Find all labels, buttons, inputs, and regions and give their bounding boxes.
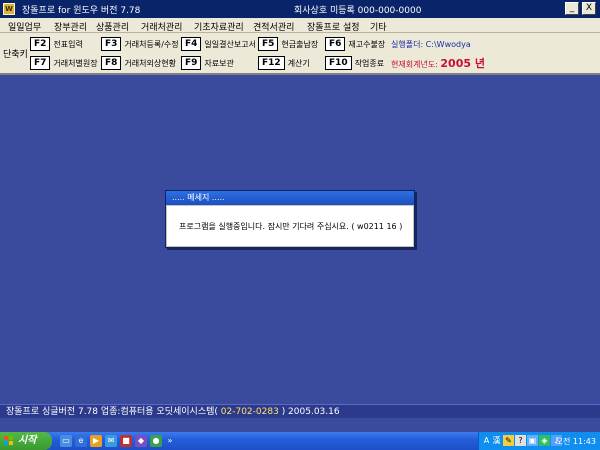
menu-products[interactable]: 상품관리 bbox=[96, 20, 129, 33]
fkey-label: 현금출납장 bbox=[281, 39, 319, 49]
close-button[interactable]: X bbox=[582, 2, 596, 15]
media-player-icon[interactable]: ▶ bbox=[90, 435, 102, 447]
f7-client-ledger-button[interactable]: F7 거래처별원장 bbox=[30, 55, 98, 71]
menu-base-data[interactable]: 기초자료관리 bbox=[194, 20, 244, 33]
menu-settings[interactable]: 장돌프로 설정 bbox=[307, 20, 360, 33]
program-shortcut-icon[interactable]: ● bbox=[150, 435, 162, 447]
status-bar: 장돌프로 싱글버전 7.78 업종:컴퓨터용 오딧세이시스템( 02-702-0… bbox=[0, 404, 600, 418]
windows-logo-icon bbox=[4, 436, 14, 446]
fkey-label: 자료보관 bbox=[204, 58, 234, 68]
f9-backup-button[interactable]: F9 자료보관 bbox=[181, 55, 234, 71]
menu-etc[interactable]: 기타 bbox=[370, 20, 387, 33]
fiscal-year-value: 2005 년 bbox=[440, 57, 485, 70]
app-icon[interactable]: W bbox=[3, 3, 15, 15]
folder-shortcut-icon[interactable]: ◆ bbox=[135, 435, 147, 447]
fiscal-year-info: 현재회계년도: 2005 년 bbox=[391, 55, 485, 71]
outlook-icon[interactable]: ✉ bbox=[105, 435, 117, 447]
start-label: 시작 bbox=[18, 435, 37, 446]
fkey-label: 작업종료 bbox=[354, 58, 385, 68]
clock[interactable]: 오전 11:43 bbox=[556, 436, 596, 447]
fkey-label: 거래처등록/수정 bbox=[124, 39, 179, 49]
f4-daily-report-button[interactable]: F4 일일결산보고서 bbox=[181, 36, 256, 52]
f6-inventory-button[interactable]: F6 재고수불장 bbox=[325, 36, 385, 52]
f10-exit-button[interactable]: F10 작업종료 bbox=[325, 55, 384, 71]
quick-launch-more[interactable]: » bbox=[164, 435, 176, 447]
fiscal-year-label: 현재회계년도: bbox=[391, 60, 441, 69]
start-button[interactable]: 시작 bbox=[0, 432, 52, 450]
message-dialog: ..... 메세지 ..... 프로그램을 실행중입니다. 잠시만 기다려 주십… bbox=[165, 190, 415, 248]
fkey: F10 bbox=[325, 56, 352, 70]
shortcut-label: 단축키 bbox=[3, 50, 28, 60]
fkey: F5 bbox=[258, 37, 279, 51]
fkey: F6 bbox=[325, 37, 346, 51]
f5-cashbook-button[interactable]: F5 현금출납장 bbox=[258, 36, 318, 52]
title-bar[interactable]: W 장돌프로 for 윈도우 버전 7.78 회사상호 미등록 000-000-… bbox=[0, 0, 600, 18]
fkey: F2 bbox=[30, 37, 51, 51]
exec-folder-info: 실행폴더: C:\Wwodya bbox=[391, 40, 471, 49]
f3-client-button[interactable]: F3 거래처등록/수정 bbox=[101, 36, 179, 52]
f12-calculator-button[interactable]: F12 계산기 bbox=[258, 55, 310, 71]
fkey: F4 bbox=[181, 37, 202, 51]
f2-entry-button[interactable]: F2 전표입력 bbox=[30, 36, 83, 52]
fkey-label: 전표입력 bbox=[53, 39, 83, 49]
company-info: 회사상호 미등록 000-000-0000 bbox=[294, 6, 422, 16]
menu-bar: 일일업무 장부관리 상품관리 거래처관리 기초자료관리 견적서관리 장돌프로 설… bbox=[0, 18, 600, 33]
security-icon[interactable]: ◈ bbox=[539, 435, 550, 446]
internet-explorer-icon[interactable]: e bbox=[75, 435, 87, 447]
minimize-button[interactable]: _ bbox=[565, 2, 579, 15]
dialog-message: 프로그램을 실행중입니다. 잠시만 기다려 주십시요. ( w0211 16 ) bbox=[166, 205, 414, 247]
dialog-title[interactable]: ..... 메세지 ..... bbox=[166, 191, 414, 205]
ime-icon[interactable]: ✎ bbox=[503, 435, 514, 446]
show-desktop-icon[interactable]: ▭ bbox=[60, 435, 72, 447]
fkey: F12 bbox=[258, 56, 285, 70]
fkey-label: 계산기 bbox=[287, 58, 310, 68]
f8-receivables-button[interactable]: F8 거래처외상현황 bbox=[101, 55, 176, 71]
system-tray: A 漢 ✎ ? ▣ ◈ ♪ 오전 11:43 bbox=[478, 432, 600, 450]
fkey-label: 재고수불장 bbox=[348, 39, 386, 49]
menu-ledger[interactable]: 장부관리 bbox=[54, 20, 87, 33]
app-shortcut-icon[interactable]: ■ bbox=[120, 435, 132, 447]
status-date: ) 2005.03.16 bbox=[281, 407, 340, 417]
help-icon[interactable]: ? bbox=[515, 435, 526, 446]
menu-clients[interactable]: 거래처관리 bbox=[141, 20, 182, 33]
fkey-label: 일일결산보고서 bbox=[204, 39, 256, 49]
network-icon[interactable]: ▣ bbox=[527, 435, 538, 446]
status-text: 장돌프로 싱글버전 7.78 업종:컴퓨터용 오딧세이시스템( bbox=[6, 407, 218, 417]
fkey: F9 bbox=[181, 56, 202, 70]
menu-quotes[interactable]: 견적서관리 bbox=[253, 20, 294, 33]
shortcut-toolbar: 단축키 F2 전표입력 F3 거래처등록/수정 F4 일일결산보고서 F5 현금… bbox=[0, 33, 600, 75]
taskbar: 시작 ▭ e ▶ ✉ ■ ◆ ● » A 漢 ✎ ? ▣ ◈ ♪ 오전 11:4… bbox=[0, 432, 600, 450]
hanja-indicator[interactable]: 漢 bbox=[491, 435, 502, 446]
fkey-label: 거래처외상현황 bbox=[124, 58, 176, 68]
fkey: F8 bbox=[101, 56, 122, 70]
fkey: F3 bbox=[101, 37, 122, 51]
fkey: F7 bbox=[30, 56, 51, 70]
fkey-label: 거래처별원장 bbox=[53, 58, 98, 68]
status-phone: 02-702-0283 bbox=[217, 407, 282, 417]
window-title: 장돌프로 for 윈도우 버전 7.78 bbox=[22, 6, 141, 16]
menu-daily-work[interactable]: 일일업무 bbox=[8, 20, 41, 33]
